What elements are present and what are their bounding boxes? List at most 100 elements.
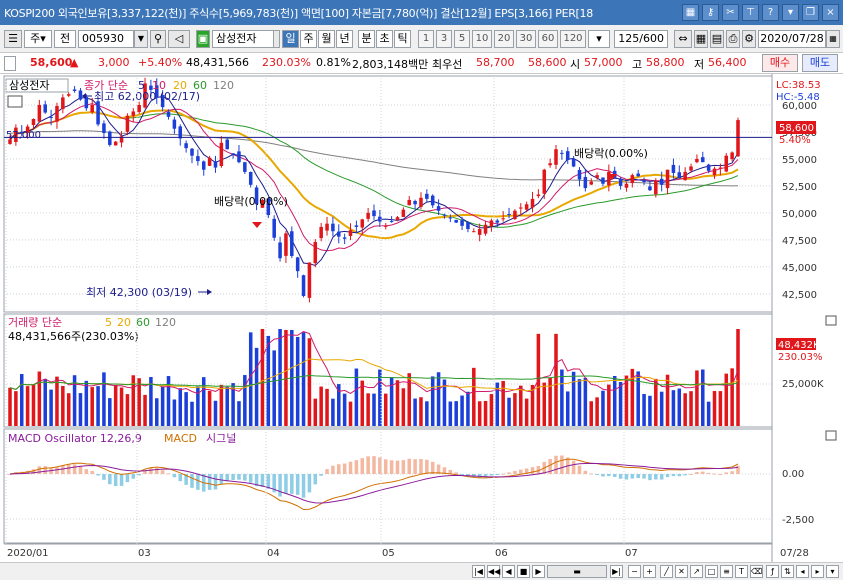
indicator-icon[interactable]: ƒ bbox=[766, 565, 779, 578]
tab-tick[interactable]: 틱 bbox=[394, 30, 411, 48]
macd-osc-bar bbox=[301, 474, 306, 498]
mode-select[interactable]: 전 bbox=[54, 30, 76, 48]
prev-icon[interactable]: ◂ bbox=[796, 565, 809, 578]
volume-legend-5: 5 bbox=[105, 316, 112, 329]
draw-arrow-icon[interactable]: ↗ bbox=[690, 565, 703, 578]
minute-60[interactable]: 60 bbox=[538, 30, 558, 48]
next-icon[interactable]: ▸ bbox=[811, 565, 824, 578]
grid-icon[interactable]: ▦ bbox=[682, 4, 699, 21]
macd-osc-bar bbox=[43, 466, 47, 474]
help-icon[interactable]: ? bbox=[762, 4, 779, 21]
pin-icon[interactable]: ⊤ bbox=[742, 4, 759, 21]
minute-20[interactable]: 20 bbox=[494, 30, 514, 48]
scroll-prev-fast-icon[interactable]: ◀◀ bbox=[487, 565, 500, 578]
macd-osc-bar bbox=[648, 474, 652, 481]
macd-osc-bar bbox=[624, 474, 629, 480]
tab-day[interactable]: 일 bbox=[282, 30, 299, 48]
tab-month[interactable]: 월 bbox=[318, 30, 335, 48]
zoom-in-icon[interactable]: + bbox=[643, 565, 656, 578]
stock-name-field[interactable]: 삼성전자 bbox=[212, 30, 274, 48]
scroll-last-icon[interactable]: ▶| bbox=[610, 565, 623, 578]
volume-bar bbox=[618, 381, 623, 426]
macd-osc-bar bbox=[78, 466, 83, 474]
minute-120[interactable]: 120 bbox=[560, 30, 586, 48]
grid-toggle-icon[interactable]: ▦ bbox=[694, 30, 708, 48]
candle-body bbox=[483, 224, 488, 234]
favorite-icon[interactable]: ▣ bbox=[196, 30, 210, 48]
draw-text-icon[interactable]: T bbox=[735, 565, 748, 578]
compare-icon[interactable]: ⇅ bbox=[781, 565, 794, 578]
draw-cross-icon[interactable]: ✕ bbox=[675, 565, 688, 578]
code-dropdown-icon[interactable]: ▼ bbox=[134, 30, 148, 48]
volume-bar bbox=[178, 388, 183, 426]
stock-code-input[interactable]: 005930 bbox=[78, 30, 134, 48]
scroll-first-icon[interactable]: |◀ bbox=[472, 565, 485, 578]
volume-bar bbox=[466, 391, 470, 426]
search-icon[interactable]: ⚲ bbox=[150, 30, 166, 48]
macd-osc-bar bbox=[665, 474, 670, 478]
draw-box-icon[interactable]: □ bbox=[705, 565, 718, 578]
date-field[interactable]: 2020/07/28 bbox=[758, 30, 826, 48]
candle-body bbox=[61, 97, 65, 110]
expand-icon[interactable] bbox=[4, 56, 16, 71]
macd-osc-bar bbox=[501, 473, 505, 475]
macd-osc-bar bbox=[178, 474, 183, 482]
minute-30[interactable]: 30 bbox=[516, 30, 536, 48]
table-icon[interactable] bbox=[7, 95, 23, 108]
eraser-icon[interactable]: ⌫ bbox=[750, 565, 763, 578]
scroll-prev-icon[interactable]: ◀ bbox=[502, 565, 515, 578]
macd-osc-bar bbox=[712, 473, 717, 475]
key-icon[interactable]: ⚷ bbox=[702, 4, 719, 21]
macd-osc-bar bbox=[337, 464, 341, 474]
stock-chart[interactable]: 60,00057,50055,00052,50050,00047,50045,0… bbox=[0, 74, 843, 562]
minute-5[interactable]: 5 bbox=[454, 30, 470, 48]
volume-bar bbox=[689, 391, 693, 426]
draw-fib-icon[interactable]: ≡ bbox=[720, 565, 733, 578]
sell-button[interactable]: 매도 bbox=[802, 54, 838, 72]
zoom-icon[interactable]: ⇔ bbox=[674, 30, 692, 48]
tab-second[interactable]: 초 bbox=[376, 30, 393, 48]
macd-osc-bar bbox=[313, 474, 318, 485]
close-icon[interactable]: × bbox=[822, 4, 839, 21]
scroll-next-icon[interactable]: ▶ bbox=[532, 565, 545, 578]
restore-icon[interactable]: ❐ bbox=[802, 4, 819, 21]
period-select[interactable]: 주▾ bbox=[24, 30, 52, 48]
macd-panel-collapse-icon[interactable] bbox=[825, 430, 837, 441]
list-icon[interactable]: ☰ bbox=[4, 30, 22, 48]
volume-bar bbox=[49, 389, 53, 426]
count-field[interactable]: 125/600 bbox=[614, 30, 668, 48]
mode-select-value: 전 bbox=[59, 32, 71, 45]
macd-label: MACD bbox=[164, 432, 197, 445]
volume-bar bbox=[383, 393, 388, 426]
gear-icon[interactable]: ⚙ bbox=[742, 30, 756, 48]
more-icon[interactable]: ▾ bbox=[826, 565, 839, 578]
minute-custom-select[interactable]: ▾ bbox=[588, 30, 610, 48]
stop-icon[interactable]: ■ bbox=[517, 565, 530, 578]
scroll-slider[interactable]: ▬ bbox=[547, 565, 607, 578]
macd-osc-bar bbox=[354, 460, 359, 474]
minute-3[interactable]: 3 bbox=[436, 30, 452, 48]
tab-week[interactable]: 주 bbox=[300, 30, 317, 48]
draw-line-icon[interactable]: ╱ bbox=[660, 565, 673, 578]
volume-bar bbox=[96, 386, 100, 426]
volume-y-tick: 25,000K bbox=[782, 379, 824, 390]
volume-panel-collapse-icon[interactable] bbox=[825, 315, 837, 326]
candle-body bbox=[695, 158, 699, 163]
dropdown-icon[interactable]: ▾ bbox=[782, 4, 799, 21]
tab-minute[interactable]: 분 bbox=[358, 30, 375, 48]
calendar-icon[interactable]: ▦ bbox=[826, 30, 840, 48]
speaker-icon[interactable]: ◁ bbox=[168, 30, 190, 48]
buy-button[interactable]: 매수 bbox=[762, 54, 798, 72]
macd-osc-bar bbox=[219, 474, 224, 485]
candle-body bbox=[701, 157, 705, 163]
tab-year[interactable]: 년 bbox=[336, 30, 353, 48]
scissors-icon[interactable]: ✂ bbox=[722, 4, 739, 21]
print-icon[interactable]: ⎙ bbox=[726, 30, 740, 48]
macd-osc-bar bbox=[430, 461, 435, 474]
save-icon[interactable]: ▤ bbox=[710, 30, 724, 48]
zoom-out-icon[interactable]: − bbox=[628, 565, 641, 578]
candle-body bbox=[560, 152, 564, 154]
candle-body bbox=[325, 223, 329, 231]
minute-1[interactable]: 1 bbox=[418, 30, 434, 48]
minute-10[interactable]: 10 bbox=[472, 30, 492, 48]
